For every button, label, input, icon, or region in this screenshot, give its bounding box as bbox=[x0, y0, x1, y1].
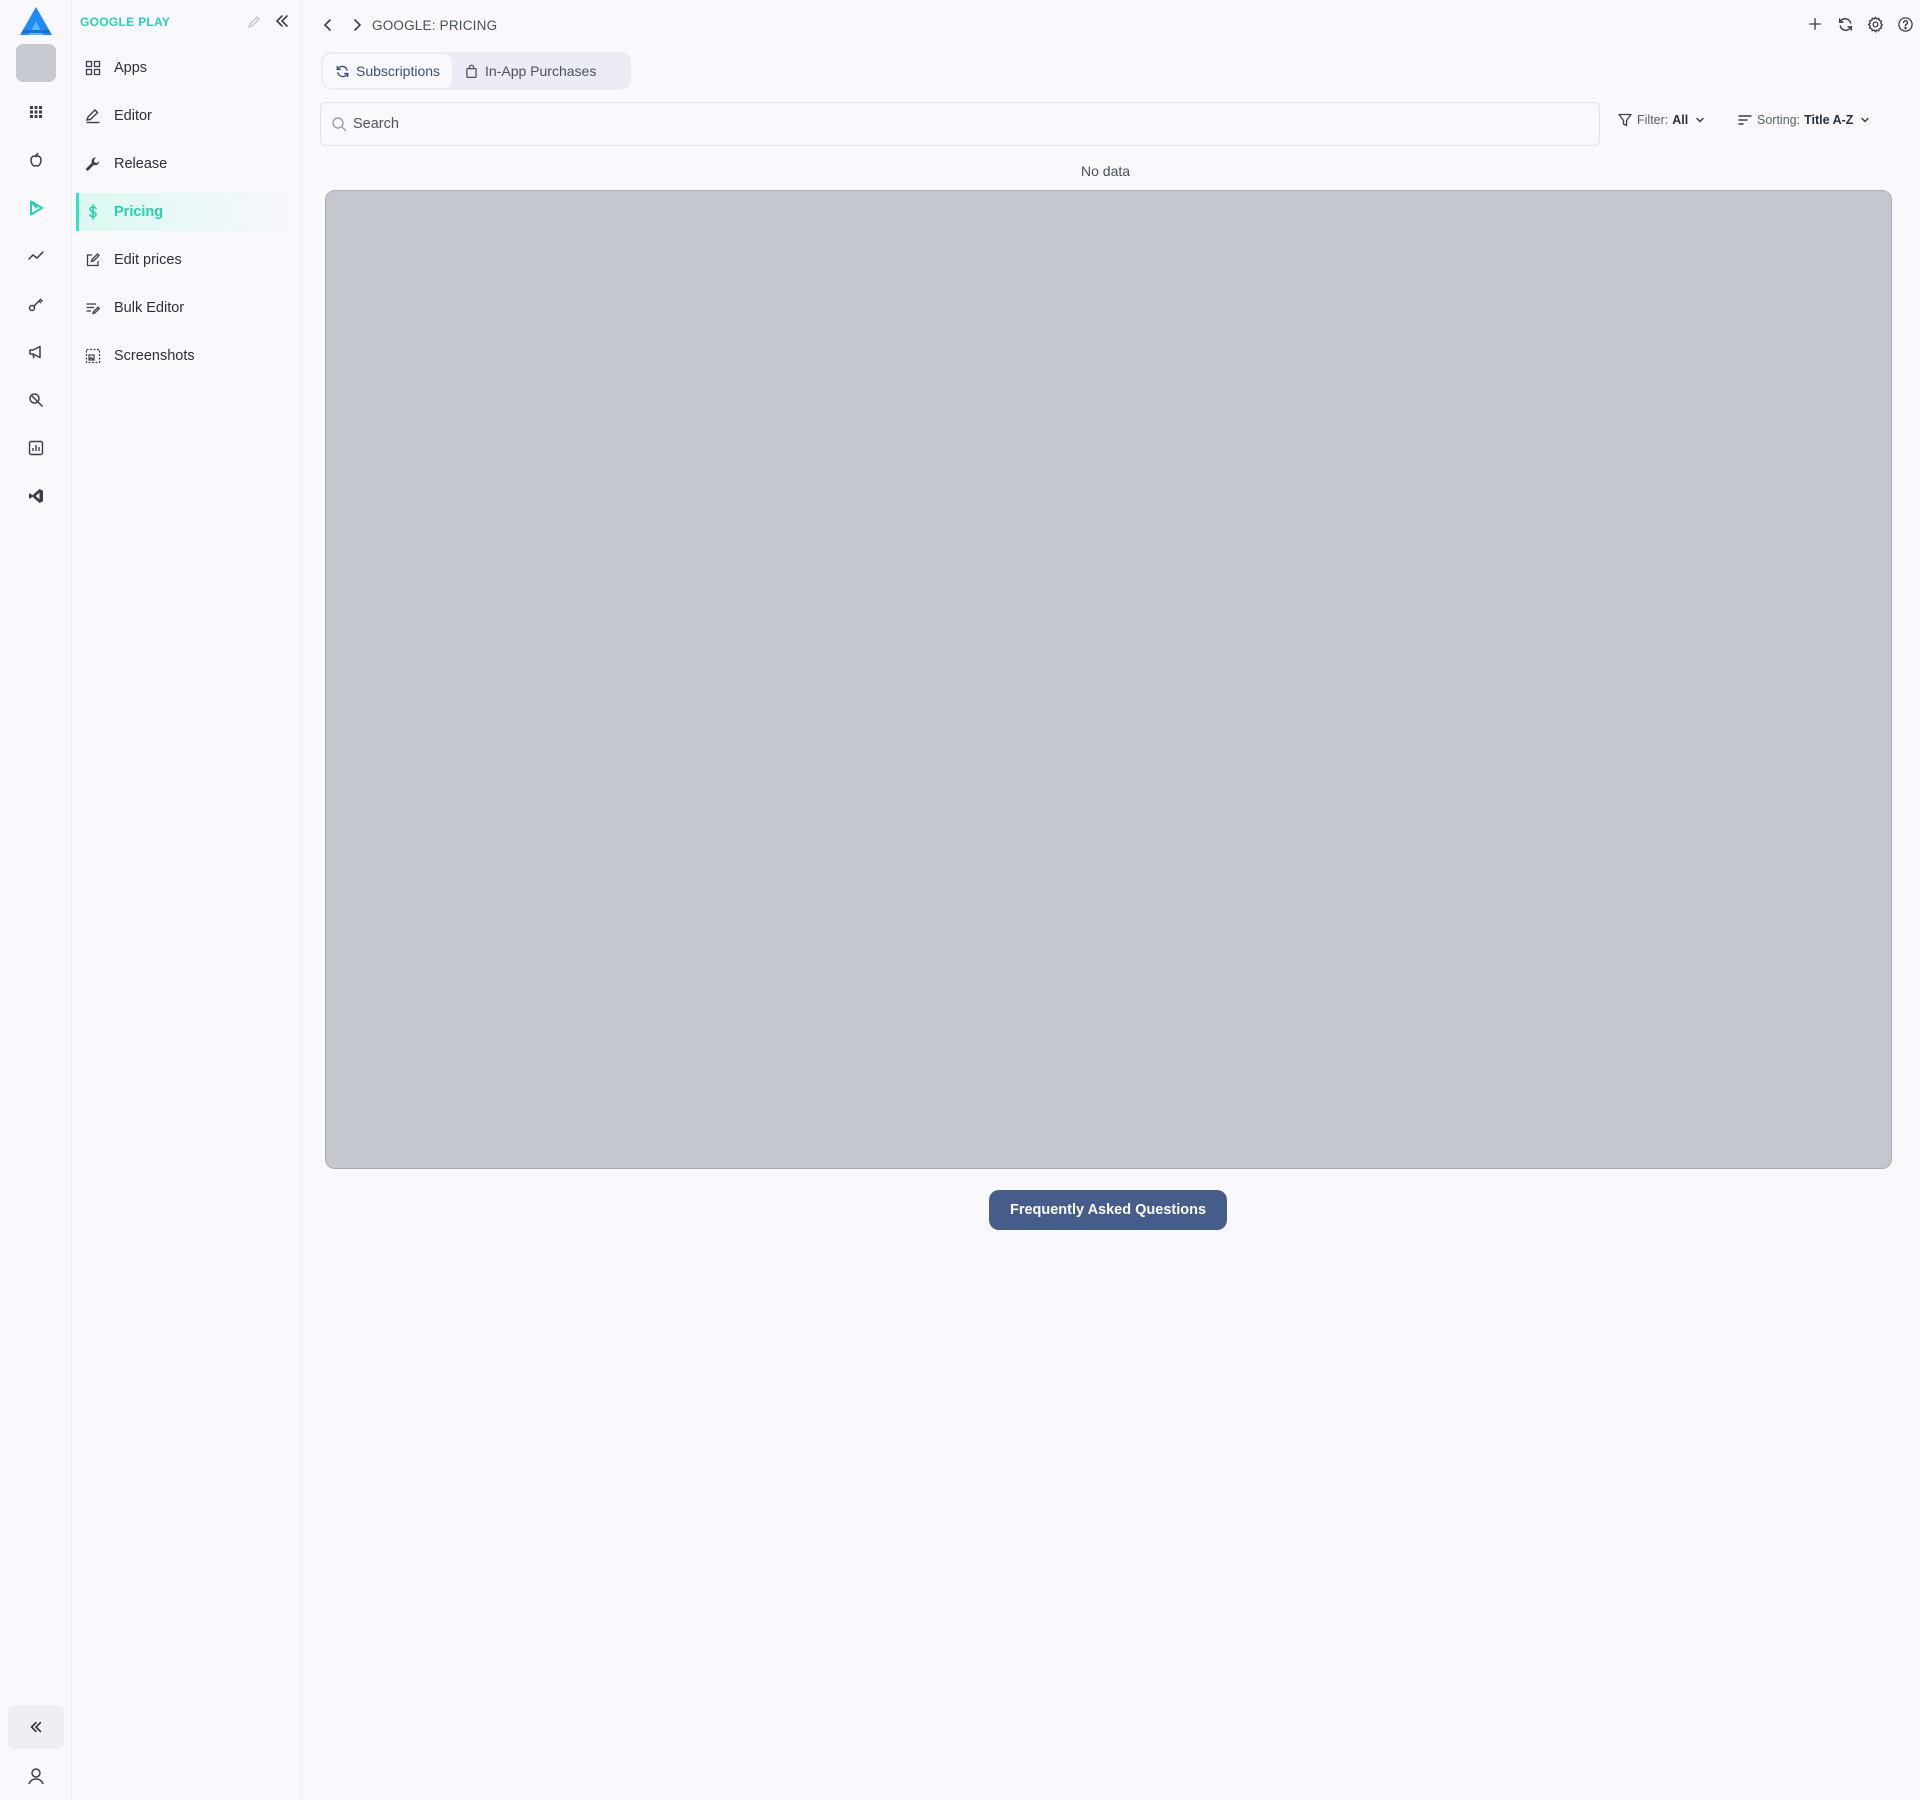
nav-item-label: Edit prices bbox=[114, 252, 182, 268]
chevron-down-icon bbox=[1696, 117, 1704, 123]
search-box bbox=[320, 102, 1600, 146]
plus-icon[interactable] bbox=[1806, 15, 1824, 33]
collapse-rail-button[interactable] bbox=[8, 1705, 64, 1749]
filter-value: All bbox=[1672, 113, 1689, 127]
header-actions bbox=[1806, 15, 1914, 33]
sorting-value: Title A-Z bbox=[1804, 113, 1854, 127]
screenshot-icon bbox=[84, 347, 102, 365]
nav-title: GOOGLE PLAY bbox=[80, 15, 171, 29]
help-icon[interactable] bbox=[1896, 15, 1914, 33]
nav-item-label: Screenshots bbox=[114, 348, 195, 364]
edit-box-icon bbox=[84, 251, 102, 269]
nav-item-apps[interactable]: Apps bbox=[76, 49, 296, 87]
sort-lines-icon bbox=[1738, 115, 1752, 125]
empty-state-text: No data bbox=[1081, 163, 1131, 179]
apps-grid-icon[interactable] bbox=[20, 96, 52, 128]
search-tool-icon[interactable] bbox=[20, 384, 52, 416]
nav-item-label: Pricing bbox=[114, 204, 164, 220]
user-icon[interactable] bbox=[24, 1764, 48, 1788]
double-chevron-left-icon bbox=[30, 1721, 42, 1733]
nav-item-label: Release bbox=[114, 156, 168, 172]
refresh-icon[interactable] bbox=[1836, 15, 1854, 33]
bar-chart-icon[interactable] bbox=[20, 432, 52, 464]
grid-icon bbox=[84, 59, 102, 77]
pencil-icon bbox=[84, 107, 102, 125]
tab-in-app-purchases[interactable]: In-App Purchases bbox=[452, 54, 608, 88]
nav-item-bulk-editor[interactable]: Bulk Editor bbox=[76, 289, 296, 327]
icon-rail bbox=[0, 0, 72, 1800]
app-avatar[interactable] bbox=[16, 44, 56, 82]
apple-icon[interactable] bbox=[20, 144, 52, 176]
content-placeholder bbox=[325, 190, 1892, 1169]
list-edit-icon bbox=[84, 299, 102, 317]
tab-label: Subscriptions bbox=[356, 63, 441, 79]
faq-button[interactable]: Frequently Asked Questions bbox=[989, 1190, 1227, 1230]
pencil-icon[interactable] bbox=[246, 14, 262, 30]
nav-item-label: Bulk Editor bbox=[114, 300, 185, 316]
trend-line-icon[interactable] bbox=[20, 240, 52, 272]
refresh-icon bbox=[336, 65, 349, 77]
back-chevron-icon[interactable] bbox=[320, 17, 336, 33]
nav-item-edit-prices[interactable]: Edit prices bbox=[76, 241, 296, 279]
google-play-icon[interactable] bbox=[4, 186, 63, 230]
tab-subscriptions[interactable]: Subscriptions bbox=[323, 54, 453, 88]
app-window: GOOGLE PLAY Apps Editor Release Pricing … bbox=[0, 0, 1920, 1800]
nav-item-pricing[interactable]: Pricing bbox=[76, 193, 296, 231]
gear-icon[interactable] bbox=[1866, 15, 1884, 33]
chevron-down-icon bbox=[1861, 117, 1870, 123]
nav-item-editor[interactable]: Editor bbox=[76, 97, 296, 135]
segment-tabs: Subscriptions In-App Purchases bbox=[321, 52, 631, 90]
sorting-label: Sorting: bbox=[1757, 113, 1801, 127]
main-content: GOOGLE: PRICING Subscriptions In-App Pur… bbox=[301, 0, 1920, 1800]
dollar-icon bbox=[84, 203, 102, 221]
key-icon[interactable] bbox=[20, 288, 52, 320]
nav-item-release[interactable]: Release bbox=[76, 145, 296, 183]
search-icon bbox=[332, 117, 347, 132]
nav-item-label: Apps bbox=[114, 60, 148, 76]
nav-item-label: Editor bbox=[114, 108, 152, 124]
tab-label: In-App Purchases bbox=[485, 63, 597, 79]
filter-label: Filter: bbox=[1637, 113, 1669, 127]
forward-chevron-icon[interactable] bbox=[349, 17, 365, 33]
vscode-icon[interactable] bbox=[20, 480, 52, 512]
triangle-logo-icon[interactable] bbox=[19, 6, 53, 36]
section-nav: GOOGLE PLAY Apps Editor Release Pricing … bbox=[72, 0, 301, 1800]
shopping-bag-icon bbox=[466, 64, 477, 78]
search-input[interactable] bbox=[353, 103, 1583, 145]
double-chevron-left-icon[interactable] bbox=[273, 12, 291, 30]
filter-dropdown[interactable]: Filter: All bbox=[1617, 112, 1706, 128]
wrench-icon bbox=[84, 155, 102, 173]
sorting-dropdown[interactable]: Sorting: Title A-Z bbox=[1737, 112, 1871, 128]
nav-item-screenshots[interactable]: Screenshots bbox=[76, 337, 296, 375]
funnel-icon bbox=[1618, 113, 1632, 127]
breadcrumb: GOOGLE: PRICING bbox=[372, 18, 498, 33]
megaphone-icon[interactable] bbox=[20, 336, 52, 368]
